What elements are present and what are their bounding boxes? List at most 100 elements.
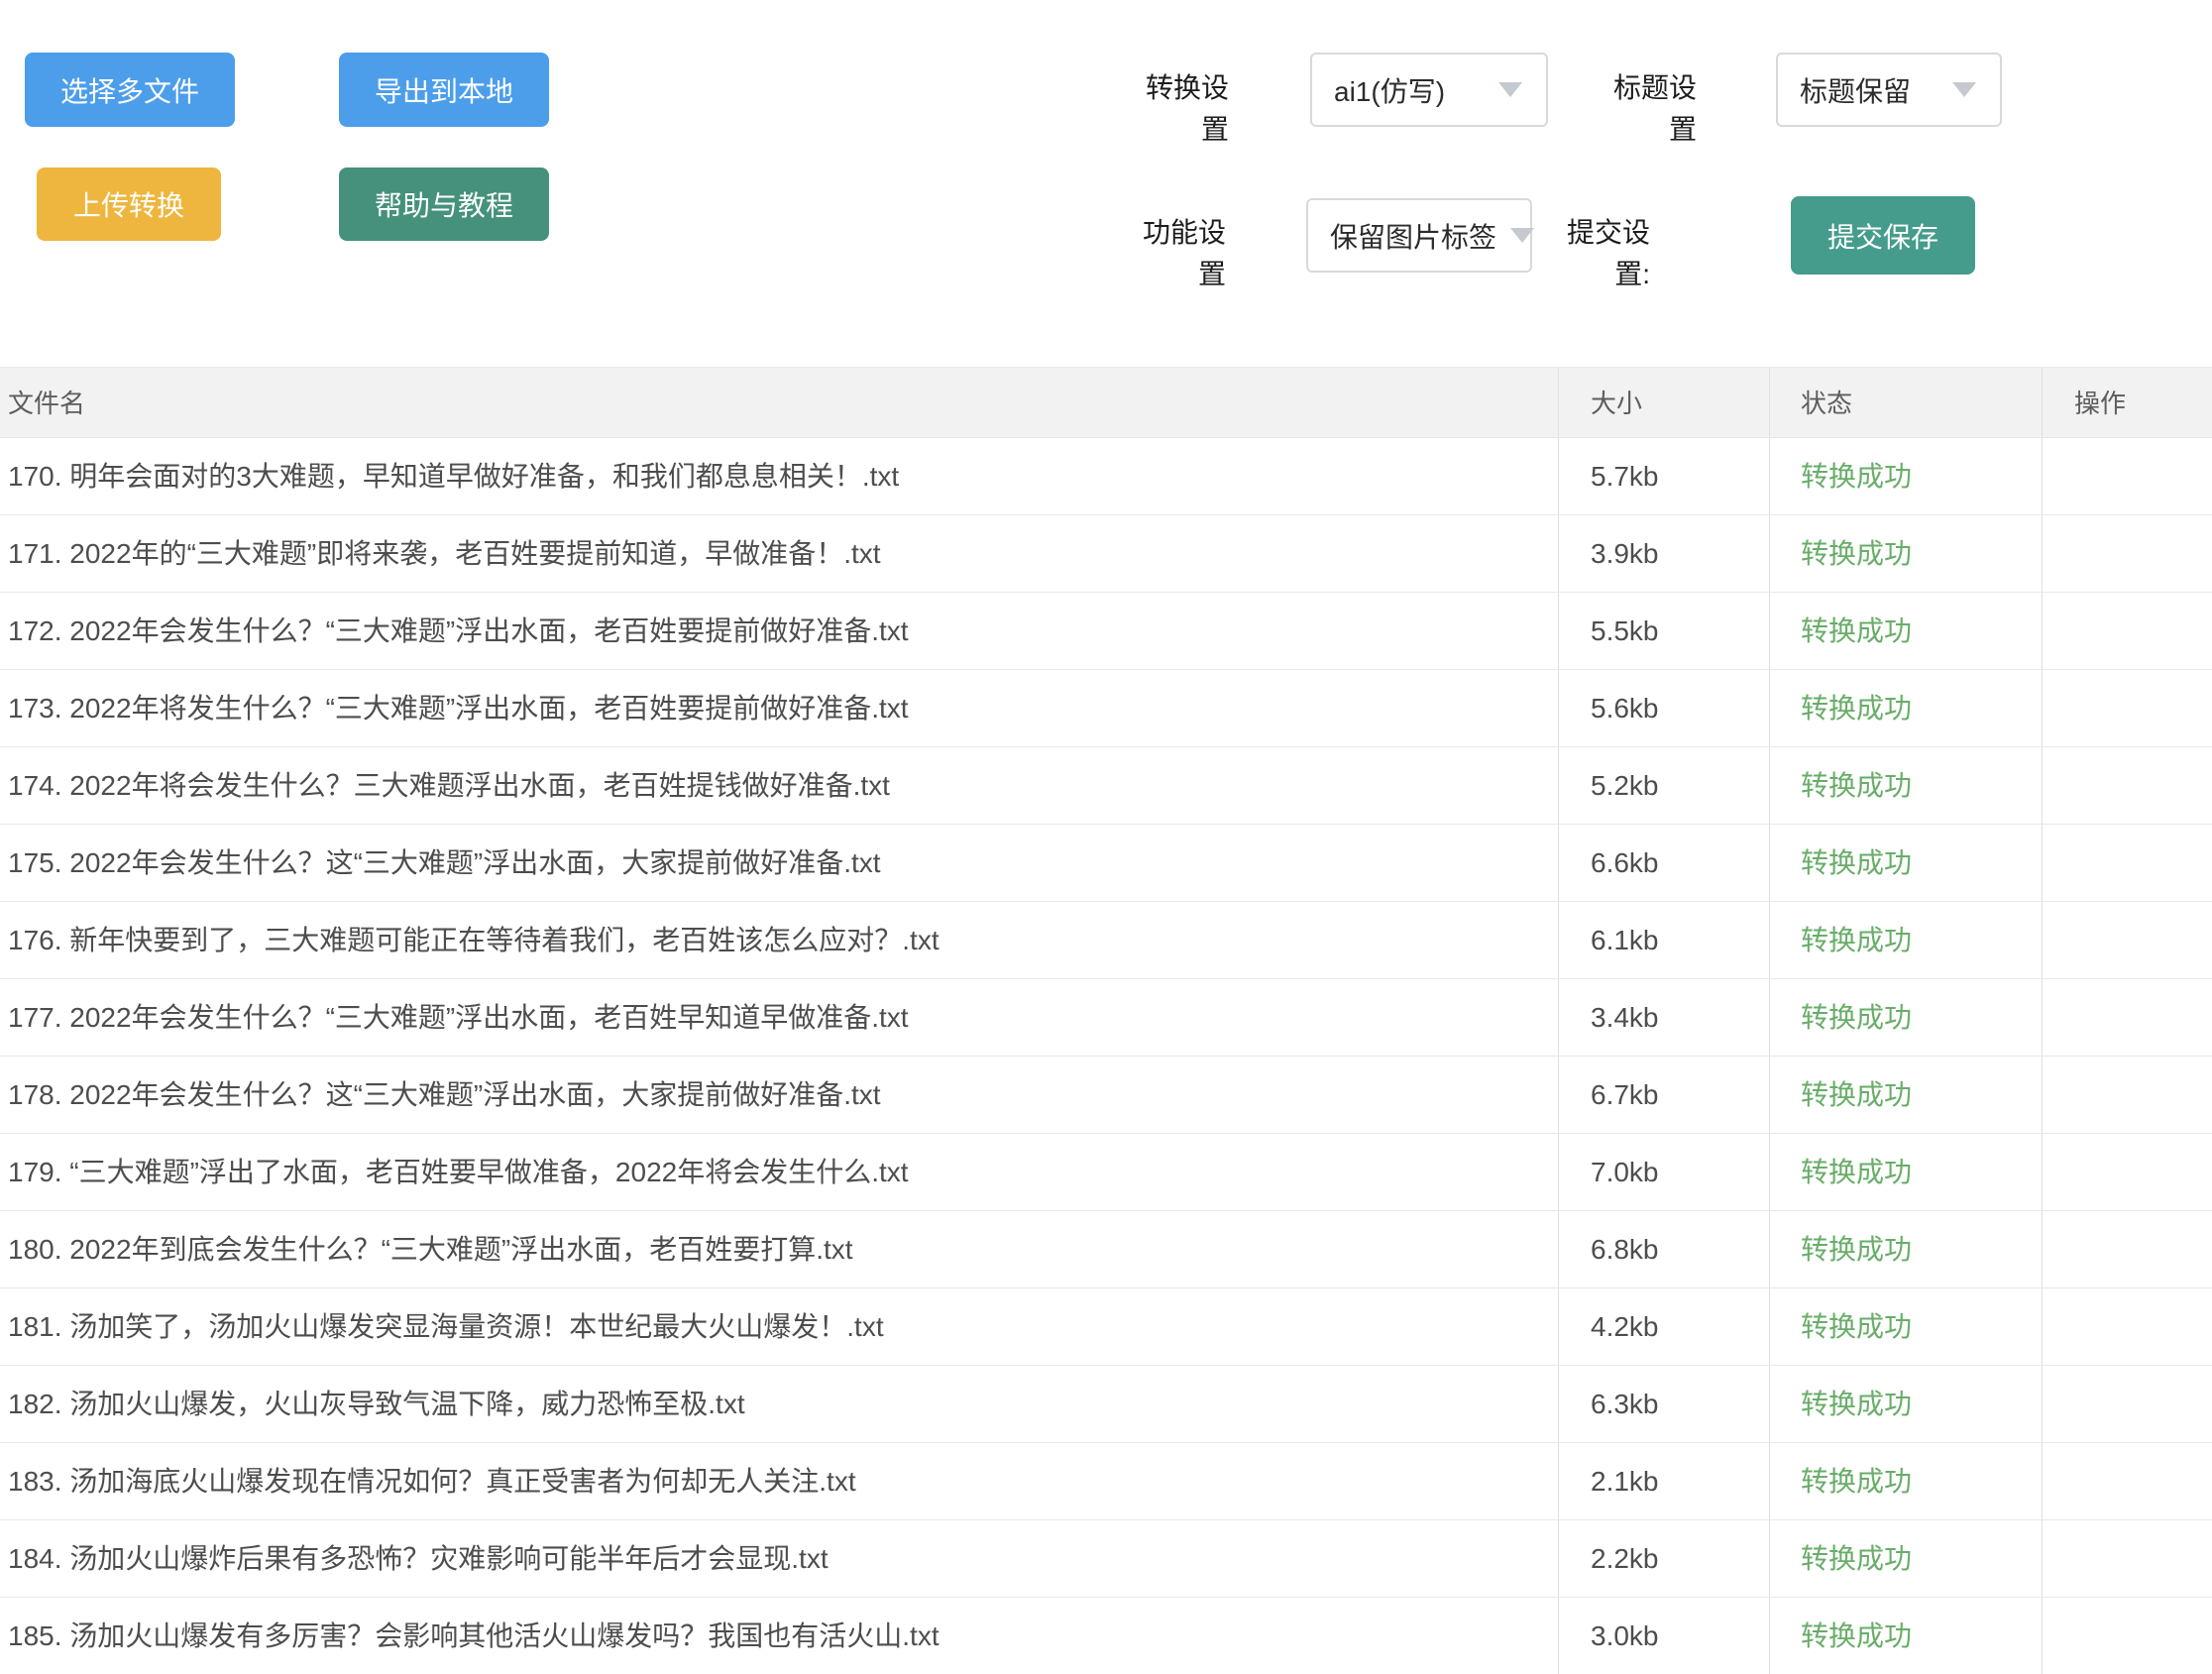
file-name: 179. “三大难题”浮出了水面，老百姓要早做准备，2022年将会发生什么.tx… <box>0 1134 1558 1210</box>
function-setting-select[interactable]: 保留图片标签 <box>1306 198 1532 273</box>
action-cell <box>2042 1366 2212 1442</box>
export-local-button[interactable]: 导出到本地 <box>339 53 549 127</box>
file-size: 3.0kb <box>1558 1598 1769 1674</box>
file-name: 180. 2022年到底会发生什么？“三大难题”浮出水面，老百姓要打算.txt <box>0 1211 1558 1287</box>
file-size: 3.4kb <box>1558 979 1769 1056</box>
file-name: 183. 汤加海底火山爆发现在情况如何？真正受害者为何却无人关注.txt <box>0 1443 1558 1519</box>
file-size: 6.6kb <box>1558 825 1769 901</box>
table-row: 182. 汤加火山爆发，火山灰导致气温下降，威力恐怖至极.txt 6.3kb 转… <box>0 1366 2212 1443</box>
status-text: 转换成功 <box>1801 615 1912 646</box>
status-text: 转换成功 <box>1801 847 1912 878</box>
chevron-down-icon <box>1952 82 1976 97</box>
column-header-status: 状态 <box>1769 368 2042 437</box>
file-size: 4.2kb <box>1558 1288 1769 1365</box>
action-cell <box>2042 1443 2212 1519</box>
table-row: 170. 明年会面对的3大难题，早知道早做好准备，和我们都息息相关！.txt 5… <box>0 438 2212 515</box>
table-row: 181. 汤加笑了，汤加火山爆发突显海量资源！本世纪最大火山爆发！.txt 4.… <box>0 1288 2212 1366</box>
file-table: 文件名 大小 状态 操作 170. 明年会面对的3大难题，早知道早做好准备，和我… <box>0 367 2212 1674</box>
convert-setting-label: 转换设置 <box>1130 67 1229 151</box>
action-cell <box>2042 1057 2212 1133</box>
status-cell: 转换成功 <box>1769 1288 2042 1365</box>
chevron-down-icon <box>1510 228 1534 243</box>
table-row: 178. 2022年会发生什么？这“三大难题”浮出水面，大家提前做好准备.txt… <box>0 1057 2212 1134</box>
table-row: 185. 汤加火山爆发有多厉害？会影响其他活火山爆发吗？我国也有活火山.txt … <box>0 1598 2212 1674</box>
status-text: 转换成功 <box>1801 1002 1912 1033</box>
status-cell: 转换成功 <box>1769 1211 2042 1287</box>
status-cell: 转换成功 <box>1769 747 2042 824</box>
status-cell: 转换成功 <box>1769 1134 2042 1210</box>
status-text: 转换成功 <box>1801 1311 1912 1342</box>
file-size: 6.3kb <box>1558 1366 1769 1442</box>
status-cell: 转换成功 <box>1769 670 2042 746</box>
title-setting-select[interactable]: 标题保留 <box>1776 53 2002 127</box>
upload-convert-button[interactable]: 上传转换 <box>37 167 221 241</box>
title-setting-value: 标题保留 <box>1800 70 1911 110</box>
table-row: 183. 汤加海底火山爆发现在情况如何？真正受害者为何却无人关注.txt 2.1… <box>0 1443 2212 1520</box>
submit-setting-label: 提交设置: <box>1551 212 1650 295</box>
function-setting-value: 保留图片标签 <box>1330 216 1496 256</box>
status-cell: 转换成功 <box>1769 515 2042 592</box>
status-text: 转换成功 <box>1801 538 1912 569</box>
action-cell <box>2042 515 2212 592</box>
select-files-button[interactable]: 选择多文件 <box>25 53 235 127</box>
action-cell <box>2042 1288 2212 1365</box>
file-name: 184. 汤加火山爆炸后果有多恐怖？灾难影响可能半年后才会显现.txt <box>0 1520 1558 1597</box>
status-text: 转换成功 <box>1801 461 1912 492</box>
table-row: 174. 2022年将会发生什么？三大难题浮出水面，老百姓提钱做好准备.txt … <box>0 747 2212 825</box>
status-text: 转换成功 <box>1801 1620 1912 1651</box>
convert-setting-select[interactable]: ai1(仿写) <box>1310 53 1548 127</box>
status-cell: 转换成功 <box>1769 1598 2042 1674</box>
action-cell <box>2042 979 2212 1056</box>
status-cell: 转换成功 <box>1769 1057 2042 1133</box>
title-setting-label: 标题设置 <box>1598 67 1697 151</box>
file-size: 5.7kb <box>1558 438 1769 514</box>
column-header-filename: 文件名 <box>0 368 1558 437</box>
table-row: 175. 2022年会发生什么？这“三大难题”浮出水面，大家提前做好准备.txt… <box>0 825 2212 902</box>
convert-setting-value: ai1(仿写) <box>1334 70 1445 110</box>
action-cell <box>2042 747 2212 824</box>
file-name: 175. 2022年会发生什么？这“三大难题”浮出水面，大家提前做好准备.txt <box>0 825 1558 901</box>
file-name: 170. 明年会面对的3大难题，早知道早做好准备，和我们都息息相关！.txt <box>0 438 1558 514</box>
file-name: 174. 2022年将会发生什么？三大难题浮出水面，老百姓提钱做好准备.txt <box>0 747 1558 824</box>
chevron-down-icon <box>1498 82 1522 97</box>
action-cell <box>2042 1598 2212 1674</box>
file-size: 5.6kb <box>1558 670 1769 746</box>
file-name: 177. 2022年会发生什么？“三大难题”浮出水面，老百姓早知道早做准备.tx… <box>0 979 1558 1056</box>
status-text: 转换成功 <box>1801 1389 1912 1419</box>
file-size: 6.7kb <box>1558 1057 1769 1133</box>
action-cell <box>2042 1211 2212 1287</box>
function-setting-label: 功能设置 <box>1127 212 1226 295</box>
file-size: 6.1kb <box>1558 902 1769 978</box>
table-header-row: 文件名 大小 状态 操作 <box>0 367 2212 438</box>
action-cell <box>2042 438 2212 514</box>
table-row: 177. 2022年会发生什么？“三大难题”浮出水面，老百姓早知道早做准备.tx… <box>0 979 2212 1057</box>
help-tutorial-button[interactable]: 帮助与教程 <box>339 167 549 241</box>
file-name: 185. 汤加火山爆发有多厉害？会影响其他活火山爆发吗？我国也有活火山.txt <box>0 1598 1558 1674</box>
file-name: 173. 2022年将发生什么？“三大难题”浮出水面，老百姓要提前做好准备.tx… <box>0 670 1558 746</box>
status-cell: 转换成功 <box>1769 902 2042 978</box>
file-name: 172. 2022年会发生什么？“三大难题”浮出水面，老百姓要提前做好准备.tx… <box>0 593 1558 669</box>
status-text: 转换成功 <box>1801 1079 1912 1110</box>
action-cell <box>2042 1134 2212 1210</box>
status-text: 转换成功 <box>1801 693 1912 724</box>
table-row: 173. 2022年将发生什么？“三大难题”浮出水面，老百姓要提前做好准备.tx… <box>0 670 2212 747</box>
file-name: 171. 2022年的“三大难题”即将来袭，老百姓要提前知道，早做准备！.txt <box>0 515 1558 592</box>
action-cell <box>2042 593 2212 669</box>
action-cell <box>2042 1520 2212 1597</box>
status-text: 转换成功 <box>1801 925 1912 955</box>
file-name: 181. 汤加笑了，汤加火山爆发突显海量资源！本世纪最大火山爆发！.txt <box>0 1288 1558 1365</box>
column-header-size: 大小 <box>1558 368 1769 437</box>
status-cell: 转换成功 <box>1769 979 2042 1056</box>
status-cell: 转换成功 <box>1769 1443 2042 1519</box>
file-name: 178. 2022年会发生什么？这“三大难题”浮出水面，大家提前做好准备.txt <box>0 1057 1558 1133</box>
submit-save-button[interactable]: 提交保存 <box>1791 196 1975 275</box>
status-cell: 转换成功 <box>1769 438 2042 514</box>
file-size: 2.1kb <box>1558 1443 1769 1519</box>
action-cell <box>2042 670 2212 746</box>
status-cell: 转换成功 <box>1769 1520 2042 1597</box>
status-cell: 转换成功 <box>1769 825 2042 901</box>
file-size: 2.2kb <box>1558 1520 1769 1597</box>
table-row: 171. 2022年的“三大难题”即将来袭，老百姓要提前知道，早做准备！.txt… <box>0 515 2212 593</box>
status-text: 转换成功 <box>1801 770 1912 801</box>
column-header-action: 操作 <box>2042 368 2212 437</box>
